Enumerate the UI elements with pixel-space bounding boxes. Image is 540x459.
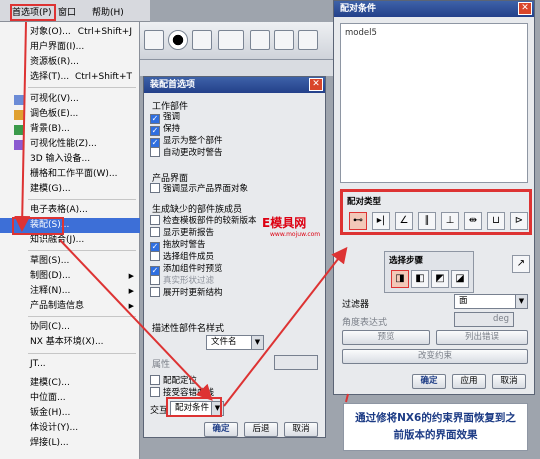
arrow-assembly-to-interaction [59, 239, 213, 401]
arrow-interaction-to-panel [223, 246, 348, 407]
arrow-panel-to-note [345, 393, 349, 403]
arrow-menu-to-assembly [14, 21, 31, 232]
annotation-note: 通过修将NX6的约束界面恢复到之前版本的界面效果 [343, 403, 528, 451]
annotation-arrows [14, 21, 349, 407]
